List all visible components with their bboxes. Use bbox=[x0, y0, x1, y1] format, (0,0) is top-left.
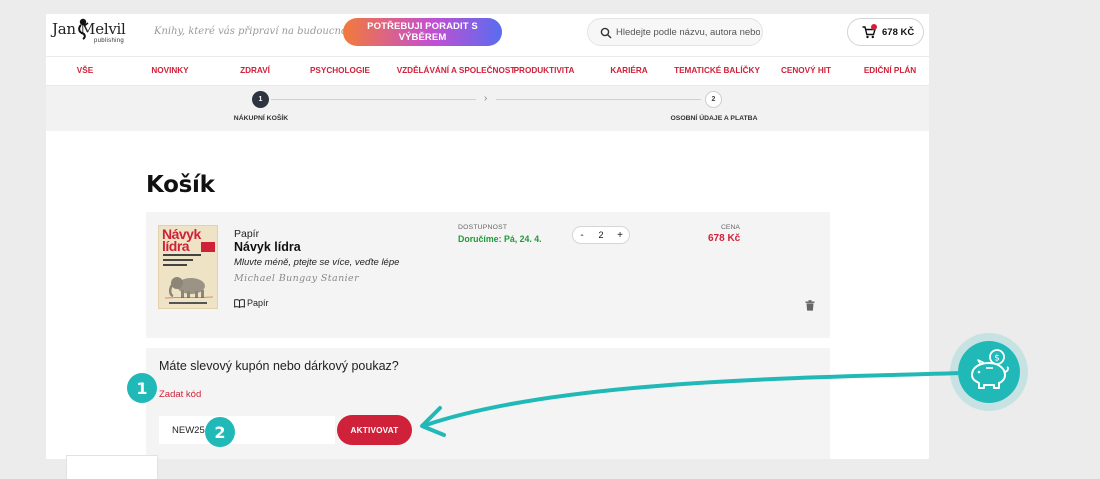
coupon-question: Máte slevový kupón nebo dárkový poukaz? bbox=[159, 359, 399, 373]
book-cover-subtitle bbox=[163, 254, 203, 270]
book-cover-title: Návyk lídra bbox=[162, 226, 201, 254]
checkout-steps: › 1 2 NÁKUPNÍ KOŠÍK OSOBNÍ ÚDAJE A PLATB… bbox=[46, 86, 929, 131]
item-format: Papír bbox=[234, 228, 260, 240]
book-cover-image[interactable]: Návyk lídra bbox=[158, 225, 218, 309]
nav-item-price-hit[interactable]: CENOVÝ HIT bbox=[781, 66, 831, 75]
quantity-decrease-button[interactable]: - bbox=[576, 229, 588, 242]
cart-total: 678 KČ bbox=[882, 27, 915, 38]
monkey-logo-icon bbox=[78, 18, 89, 40]
nav-item-all[interactable]: VŠE bbox=[77, 66, 93, 75]
enter-code-link[interactable]: Zadat kód bbox=[159, 389, 201, 400]
cart-button[interactable]: 678 KČ bbox=[847, 18, 924, 46]
step-line bbox=[496, 99, 701, 100]
annotation-marker-2: 2 bbox=[205, 417, 235, 447]
piggy-bank-circle: $ bbox=[958, 341, 1020, 403]
main-nav: VŠE NOVINKY ZDRAVÍ PSYCHOLOGIE VZDĚLÁVÁN… bbox=[46, 56, 929, 86]
quantity-increase-button[interactable]: + bbox=[614, 229, 626, 242]
item-author: Michael Bungay Stanier bbox=[234, 273, 360, 284]
book-cover-author bbox=[169, 302, 207, 304]
nav-item-career[interactable]: KARIÉRA bbox=[610, 66, 647, 75]
open-book-icon bbox=[234, 299, 245, 308]
nav-item-health[interactable]: ZDRAVÍ bbox=[240, 66, 270, 75]
availability-value: Doručíme: Pá, 24. 4. bbox=[458, 234, 542, 244]
nav-item-new[interactable]: NOVINKY bbox=[151, 66, 188, 75]
nav-item-bundles[interactable]: TEMATICKÉ BALÍČKY bbox=[674, 66, 760, 75]
elephant-illustration-icon bbox=[165, 277, 213, 299]
step-1-label: NÁKUPNÍ KOŠÍK bbox=[233, 115, 289, 122]
chevron-right-icon: › bbox=[484, 93, 488, 104]
coupon-section: Máte slevový kupón nebo dárkový poukaz? … bbox=[146, 348, 830, 459]
piggy-bank-badge: $ bbox=[950, 333, 1028, 411]
step-line bbox=[271, 99, 476, 100]
annotation-marker-1: 1 bbox=[127, 373, 157, 403]
logo-subtitle: publishing bbox=[94, 38, 125, 44]
nav-item-productivity[interactable]: PRODUKTIVITA bbox=[514, 66, 575, 75]
search-icon bbox=[600, 27, 612, 39]
page: Jan Melvil publishing Knihy, které vás p… bbox=[46, 14, 929, 459]
step-2-label: OSOBNÍ ÚDAJE A PLATBA bbox=[670, 115, 758, 122]
trash-icon[interactable] bbox=[805, 300, 815, 311]
availability-label: DOSTUPNOST bbox=[458, 224, 508, 231]
quantity-stepper: - 2 + bbox=[572, 226, 630, 244]
quantity-value[interactable]: 2 bbox=[593, 230, 609, 240]
advice-button[interactable]: POTŘEBUJI PORADIT S VÝBĚREM bbox=[343, 18, 502, 46]
step-1-circle[interactable]: 1 bbox=[252, 91, 269, 108]
step-2-circle[interactable]: 2 bbox=[705, 91, 722, 108]
item-title[interactable]: Návyk lídra bbox=[234, 240, 301, 254]
page-title: Košík bbox=[146, 172, 215, 198]
bottom-tab bbox=[66, 455, 158, 479]
search-box bbox=[587, 18, 763, 46]
item-subtitle: Mluvte méně, ptejte se více, veďte lépe bbox=[234, 257, 400, 268]
nav-item-education[interactable]: VZDĚLÁVÁNÍ A SPOLEČNOST bbox=[397, 66, 516, 75]
piggy-bank-icon: $ bbox=[971, 349, 1009, 389]
item-price: 678 Kč bbox=[708, 233, 741, 244]
book-cover-badge bbox=[201, 242, 215, 252]
nav-item-psychology[interactable]: PSYCHOLOGIE bbox=[310, 66, 370, 75]
cart-item: Návyk lídra Papír Návyk lídra Mluvte mén… bbox=[146, 212, 830, 338]
activate-button[interactable]: AKTIVOVAT bbox=[337, 415, 412, 445]
header: Jan Melvil publishing Knihy, které vás p… bbox=[46, 14, 929, 54]
svg-text:$: $ bbox=[994, 354, 1000, 364]
logo[interactable]: Jan Melvil publishing bbox=[52, 18, 132, 48]
coupon-code-input[interactable] bbox=[159, 416, 335, 444]
price-label: CENA bbox=[721, 224, 740, 231]
nav-item-edition-plan[interactable]: EDIČNÍ PLÁN bbox=[864, 66, 916, 75]
cart-badge bbox=[871, 24, 877, 30]
tagline: Knihy, které vás připraví na budoucnost bbox=[154, 26, 357, 37]
item-type-label: Papír bbox=[247, 298, 269, 308]
search-input[interactable] bbox=[616, 20, 760, 44]
